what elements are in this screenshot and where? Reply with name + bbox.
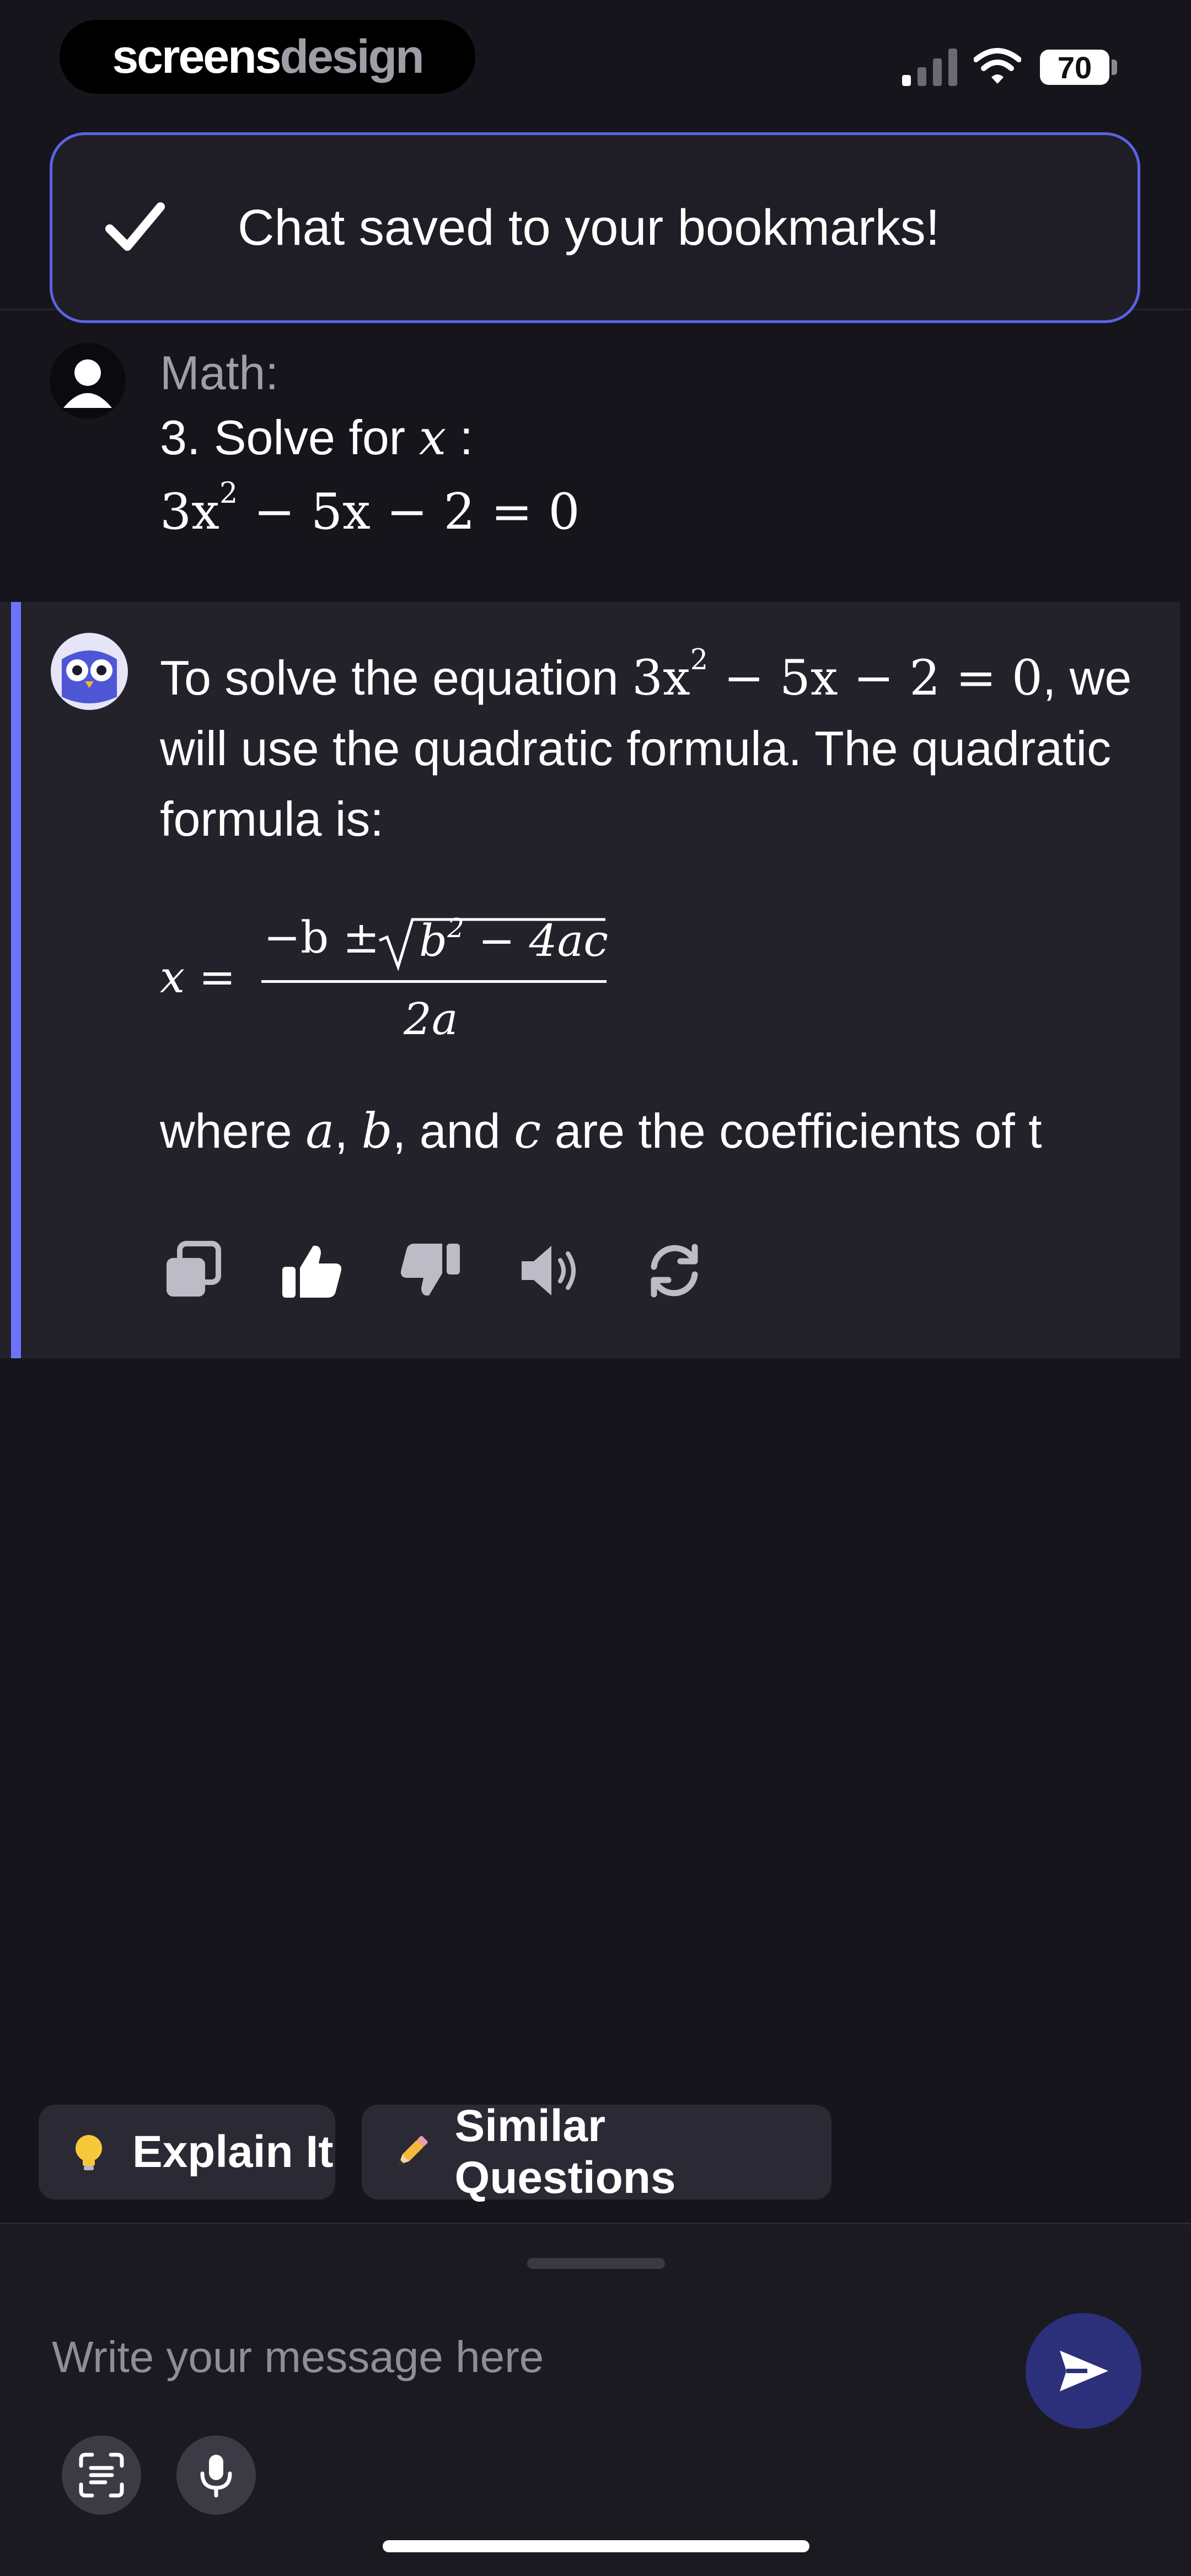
- ai-tail-after: are the coefficients of t: [541, 1104, 1042, 1158]
- ai-intro-eq-coef: 3x: [632, 649, 690, 706]
- question-text: 3. Solve for x :: [160, 409, 473, 466]
- ai-intro-eq-rest: − 5x − 2 = 0: [708, 649, 1043, 706]
- thumbs-down-icon[interactable]: [398, 1238, 463, 1303]
- var-b: b: [361, 1103, 393, 1159]
- send-icon: [1060, 2351, 1108, 2391]
- user-icon: [63, 359, 112, 408]
- ai-intro-eq-exponent: 2: [690, 644, 709, 677]
- explain-it-button[interactable]: Explain It: [39, 2105, 335, 2199]
- formula-numerator-prefix: −b ±: [264, 916, 380, 963]
- formula-radicand-exponent: 2: [447, 916, 464, 944]
- tail-sep-1: ,: [334, 1104, 362, 1158]
- fraction-bar: [261, 980, 607, 983]
- toast-message: Chat saved to your bookmarks!: [238, 199, 940, 256]
- pencil-icon: [399, 2136, 428, 2165]
- regenerate-icon[interactable]: [642, 1238, 707, 1303]
- formula-radicand-b: b: [419, 916, 447, 966]
- bookmark-toast[interactable]: Chat saved to your bookmarks!: [50, 132, 1140, 323]
- scan-text-icon: [79, 2453, 124, 2498]
- owl-avatar-icon: [51, 633, 128, 710]
- question-variable: x: [419, 409, 447, 466]
- question-suffix: :: [446, 410, 474, 465]
- message-composer: [0, 2223, 1191, 2576]
- microphone-button[interactable]: [176, 2435, 256, 2515]
- subject-label: Math:: [160, 347, 279, 400]
- microphone-icon: [200, 2455, 232, 2498]
- battery-level: 70: [1057, 50, 1092, 85]
- copy-icon[interactable]: [160, 1238, 225, 1303]
- battery-cap: [1112, 60, 1117, 75]
- send-button[interactable]: [1026, 2313, 1141, 2429]
- var-c: c: [514, 1103, 541, 1159]
- ai-response-accent-bar: [11, 602, 21, 1358]
- question-equation: 3x2 − 5x − 2 = 0: [160, 479, 580, 541]
- brand-logo-part1: screens: [112, 30, 281, 83]
- quadratic-formula: x = −b ± b2 − 4ac 2a: [160, 916, 608, 1045]
- brand-logo-part2: design: [280, 30, 425, 83]
- wifi-icon: [974, 48, 1021, 84]
- home-indicator[interactable]: [383, 2540, 809, 2552]
- user-avatar: [50, 343, 126, 419]
- equation-exponent: 2: [219, 477, 238, 510]
- formula-lhs: x =: [160, 951, 236, 1003]
- brand-logo: screens design: [60, 20, 475, 94]
- ai-intro-text: To solve the equation 3x2 − 5x − 2 = 0, …: [160, 643, 1141, 854]
- similar-questions-button[interactable]: Similar Questions: [362, 2101, 831, 2203]
- scan-text-button[interactable]: [62, 2435, 141, 2515]
- speaker-icon[interactable]: [517, 1238, 582, 1303]
- similar-questions-label: Similar Questions: [454, 2101, 676, 2203]
- thumbs-up-icon[interactable]: [279, 1238, 344, 1303]
- ai-intro-before: To solve the equation: [160, 650, 632, 705]
- lightbulb-icon: [76, 2135, 102, 2170]
- check-icon: [105, 202, 165, 251]
- message-input[interactable]: [51, 2321, 990, 2394]
- ai-tail-before: where: [160, 1104, 306, 1158]
- question-prefix: 3. Solve for: [160, 410, 406, 465]
- formula-denominator: 2a: [403, 993, 458, 1045]
- formula-radicand-rest: − 4ac: [464, 916, 608, 966]
- signal-icon: [902, 49, 957, 86]
- equation-rest: − 5x − 2 = 0: [238, 483, 580, 541]
- drag-handle[interactable]: [527, 2258, 665, 2269]
- battery-icon: 70: [1040, 50, 1109, 85]
- ai-tail-text: where a, b, and c are the coefficients o…: [160, 1103, 1152, 1159]
- tail-sep-2: , and: [392, 1104, 514, 1158]
- explain-it-label: Explain It: [132, 2127, 334, 2177]
- svg-text:b2 − 4ac: b2 − 4ac: [419, 916, 608, 966]
- var-a: a: [305, 1103, 335, 1159]
- equation-coef: 3x: [160, 483, 220, 541]
